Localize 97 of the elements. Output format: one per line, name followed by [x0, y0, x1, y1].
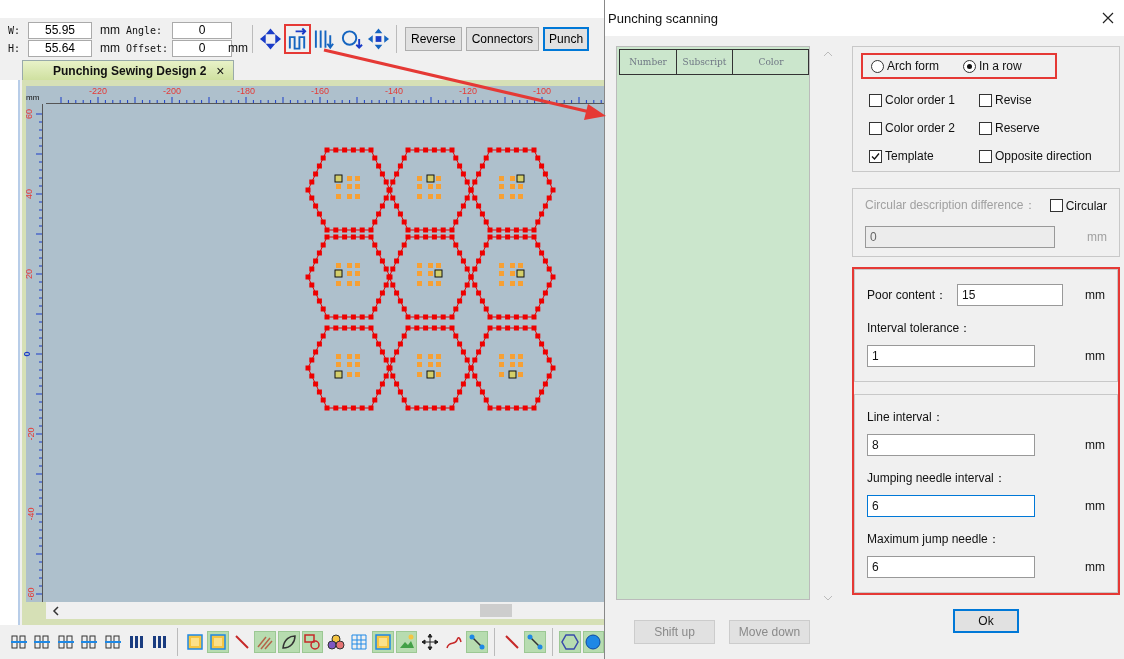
- four-arrows-icon: [259, 27, 282, 51]
- toolbar-button[interactable]: Punch: [543, 27, 590, 51]
- field-label: Line interval：: [867, 409, 945, 426]
- unit-label: mm: [99, 41, 121, 55]
- dialog-title: Punching scanning: [608, 10, 718, 26]
- ruler-label: -20: [25, 427, 36, 441]
- line-icon: [502, 633, 521, 651]
- field-label: Offset:: [126, 42, 170, 54]
- balls-icon: [326, 633, 345, 651]
- field-label: Maximum jump needle：: [867, 531, 1001, 548]
- toolbar-button[interactable]: Connectors: [465, 27, 540, 51]
- checkbox-option[interactable]: Revise: [979, 93, 1107, 107]
- node-line-icon: [468, 633, 487, 651]
- frame-icon: [373, 633, 392, 651]
- input-field[interactable]: 1: [867, 345, 1035, 367]
- center-arrows-icon: [367, 27, 390, 51]
- unit-label: mm: [1085, 560, 1105, 574]
- input-field[interactable]: 15: [957, 284, 1064, 306]
- column-header: Subscript: [677, 50, 733, 74]
- ruler-label: 0: [21, 351, 32, 357]
- circle-icon: [584, 633, 603, 651]
- hexagon-icon: [560, 633, 579, 651]
- ruler-label: -180: [237, 86, 255, 96]
- align-icon: [80, 633, 99, 651]
- unit-label: mm: [1085, 349, 1105, 363]
- column-header: Number: [620, 50, 677, 74]
- unit-label: mm: [1085, 288, 1105, 302]
- ok-button[interactable]: Ok: [953, 609, 1019, 633]
- input-field[interactable]: 55.95: [28, 21, 92, 39]
- ruler-label: 40: [24, 189, 34, 199]
- ruler-label: 20: [24, 269, 34, 279]
- ruler-label: -140: [385, 86, 403, 96]
- ruler-label: -160: [311, 86, 329, 96]
- shapes-icon: [303, 633, 322, 651]
- leaf-icon: [279, 633, 298, 651]
- ruler-unit: mm: [26, 93, 40, 102]
- bars-icon: [127, 633, 146, 651]
- document-tab[interactable]: Punching Sewing Design 2 ×: [22, 60, 234, 80]
- ruler-label: -200: [163, 86, 181, 96]
- field-label: Interval tolerance：: [867, 320, 973, 337]
- checkbox[interactable]: [869, 149, 882, 163]
- ruler-label: -120: [459, 86, 477, 96]
- frame-icon: [209, 633, 228, 651]
- field-label: Poor content：: [867, 286, 948, 304]
- ruler-label: 60: [24, 109, 34, 119]
- horizontal-scrollbar[interactable]: [46, 602, 604, 619]
- field-label: Angle:: [126, 24, 164, 36]
- line-icon: [232, 633, 251, 651]
- field-label: Jumping needle interval：: [867, 470, 1007, 487]
- unit-label: mm: [99, 23, 121, 37]
- align-icon: [33, 633, 52, 651]
- toolbar-button[interactable]: Reverse: [405, 27, 462, 51]
- frame-icon: [185, 633, 204, 651]
- checkbox-option[interactable]: Opposite direction: [979, 149, 1107, 163]
- ruler-label: -40: [25, 507, 36, 521]
- unit-label: mm: [1085, 438, 1105, 452]
- close-tab-button[interactable]: ×: [216, 62, 225, 79]
- checkbox[interactable]: [979, 121, 992, 135]
- align-icon: [56, 633, 75, 651]
- ruler-label: -220: [89, 86, 107, 96]
- toolbar-icon-button[interactable]: [278, 631, 300, 653]
- checkbox[interactable]: [979, 93, 992, 107]
- field-label: Circular description difference：: [865, 197, 1036, 214]
- close-icon[interactable]: [1102, 12, 1114, 24]
- circle-arrow-icon: [340, 27, 363, 51]
- radio-option[interactable]: In a row: [963, 59, 1022, 73]
- node-line-icon: [526, 633, 545, 651]
- input-field[interactable]: 6: [867, 556, 1035, 578]
- chevron-left-icon[interactable]: [50, 604, 62, 617]
- scrollbar-thumb[interactable]: [480, 604, 512, 617]
- column-lines-icon: [313, 27, 336, 51]
- field-label: H:: [8, 42, 22, 54]
- grid-icon: [350, 633, 369, 651]
- ruler-label: -60: [25, 587, 36, 601]
- radio-button[interactable]: [963, 59, 976, 73]
- checkbox-option[interactable]: Template: [869, 149, 979, 163]
- radio-option[interactable]: Arch form: [871, 59, 939, 73]
- align-icon: [9, 633, 28, 651]
- checkbox-option[interactable]: Color order 2: [869, 121, 979, 135]
- move-icon: [421, 633, 440, 651]
- input-field[interactable]: 8: [867, 434, 1035, 456]
- input-field[interactable]: 55.64: [28, 39, 92, 57]
- checkbox-option[interactable]: Color order 1: [869, 93, 979, 107]
- checkbox[interactable]: [979, 149, 992, 163]
- input-field[interactable]: 0: [172, 21, 232, 39]
- checkbox-option[interactable]: Reserve: [979, 121, 1107, 135]
- input-field[interactable]: 6: [867, 495, 1035, 517]
- align-icon: [103, 633, 122, 651]
- ruler-label: -100: [533, 86, 551, 96]
- checkbox[interactable]: [869, 121, 882, 135]
- field-label: W:: [8, 24, 22, 36]
- column-header: Color: [757, 56, 785, 69]
- unit-label: mm: [1085, 499, 1105, 513]
- landscape-icon: [397, 633, 416, 651]
- radio-button[interactable]: [871, 59, 884, 73]
- checkbox[interactable]: [869, 93, 882, 107]
- unit-label: mm: [1087, 230, 1107, 244]
